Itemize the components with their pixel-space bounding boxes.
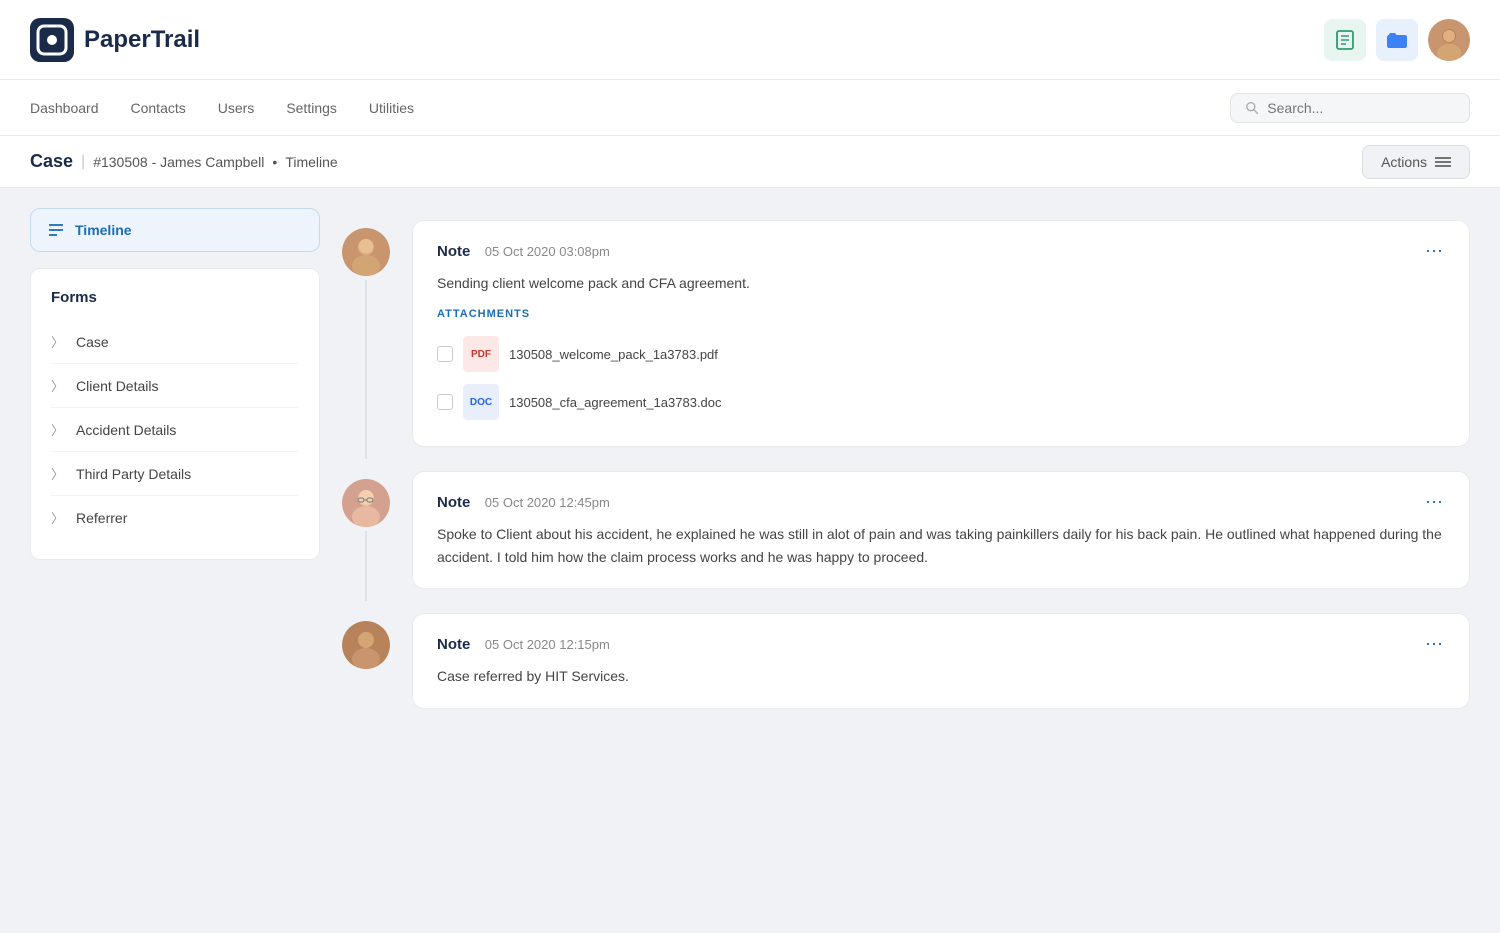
chevron-icon-referrer: 〉 bbox=[51, 508, 64, 527]
breadcrumb-dot: • bbox=[272, 154, 277, 170]
timeline-item-2: Note 05 Oct 2020 12:45pm ⋯ Spoke to Clie… bbox=[336, 459, 1470, 601]
sidebar-item-accident-label: Accident Details bbox=[76, 422, 176, 438]
attachments-section-1: ATTACHMENTS PDF 130508_welcome_pack_1a37… bbox=[437, 308, 1445, 426]
chevron-icon-case: 〉 bbox=[51, 332, 64, 351]
note-card-3: Note 05 Oct 2020 12:15pm ⋯ Case referred… bbox=[412, 613, 1470, 708]
chevron-icon-accident: 〉 bbox=[51, 420, 64, 439]
breadcrumb-bar: Case | #130508 - James Campbell • Timeli… bbox=[0, 136, 1500, 188]
header-right bbox=[1324, 19, 1470, 61]
sidebar-item-referrer-label: Referrer bbox=[76, 510, 127, 526]
actions-button[interactable]: Actions bbox=[1362, 145, 1470, 179]
sidebar-item-third-party-label: Third Party Details bbox=[76, 466, 191, 482]
search-box[interactable] bbox=[1230, 93, 1470, 123]
avatar-img-2 bbox=[342, 479, 390, 527]
folder-icon-btn[interactable] bbox=[1376, 19, 1418, 61]
top-header: PaperTrail bbox=[0, 0, 1500, 80]
timeline-wrapper: Note 05 Oct 2020 03:08pm ⋯ Sending clien… bbox=[336, 208, 1470, 913]
pdf-icon-1: PDF bbox=[463, 336, 499, 372]
search-icon bbox=[1245, 100, 1259, 116]
timeline-line-2 bbox=[365, 531, 367, 601]
avatar-img-3 bbox=[342, 621, 390, 669]
sidebar-item-case[interactable]: 〉 Case bbox=[51, 320, 299, 364]
attachment-1-pdf: PDF 130508_welcome_pack_1a3783.pdf bbox=[437, 330, 1445, 378]
user-avatar-img bbox=[1428, 19, 1470, 61]
breadcrumb-case-id: #130508 - James Campbell bbox=[93, 154, 264, 170]
sidebar-item-referrer[interactable]: 〉 Referrer bbox=[51, 496, 299, 539]
note-body-3: Case referred by HIT Services. bbox=[437, 665, 1445, 687]
note-title-1: Note bbox=[437, 243, 470, 260]
search-input[interactable] bbox=[1267, 100, 1455, 116]
doc-icon-1: DOC bbox=[463, 384, 499, 420]
logo-icon bbox=[30, 18, 74, 62]
note-menu-1[interactable]: ⋯ bbox=[1425, 241, 1445, 262]
nav-utilities[interactable]: Utilities bbox=[369, 96, 414, 120]
main-content: Timeline Forms 〉 Case 〉 Client Details 〉… bbox=[0, 188, 1500, 933]
notes-icon bbox=[1334, 29, 1356, 51]
timeline-item-3: Note 05 Oct 2020 12:15pm ⋯ Case referred… bbox=[336, 601, 1470, 720]
chevron-icon-client: 〉 bbox=[51, 376, 64, 395]
timeline-label: Timeline bbox=[75, 222, 132, 238]
sidebar-item-case-label: Case bbox=[76, 334, 109, 350]
note-date-2: 05 Oct 2020 12:45pm bbox=[485, 495, 610, 510]
sidebar-item-client-details[interactable]: 〉 Client Details bbox=[51, 364, 299, 408]
attachment-checkbox-1[interactable] bbox=[437, 346, 453, 362]
folder-icon bbox=[1386, 29, 1408, 51]
chevron-icon-third-party: 〉 bbox=[51, 464, 64, 483]
actions-label: Actions bbox=[1381, 154, 1427, 170]
nav-links: Dashboard Contacts Users Settings Utilit… bbox=[30, 96, 414, 120]
note-card-1: Note 05 Oct 2020 03:08pm ⋯ Sending clien… bbox=[412, 220, 1470, 447]
note-body-2: Spoke to Client about his accident, he e… bbox=[437, 523, 1445, 568]
nav-settings[interactable]: Settings bbox=[286, 96, 337, 120]
sidebar-timeline-item[interactable]: Timeline bbox=[30, 208, 320, 252]
note-title-3: Note bbox=[437, 636, 470, 653]
sidebar-item-client-label: Client Details bbox=[76, 378, 158, 394]
note-title-group-2: Note 05 Oct 2020 12:45pm bbox=[437, 494, 610, 512]
nav-bar: Dashboard Contacts Users Settings Utilit… bbox=[0, 80, 1500, 136]
attachments-label-1: ATTACHMENTS bbox=[437, 308, 1445, 320]
note-menu-2[interactable]: ⋯ bbox=[1425, 492, 1445, 513]
nav-users[interactable]: Users bbox=[218, 96, 255, 120]
nav-contacts[interactable]: Contacts bbox=[131, 96, 186, 120]
note-title-group-3: Note 05 Oct 2020 12:15pm bbox=[437, 636, 610, 654]
timeline-icon bbox=[47, 221, 65, 239]
timeline-left-2 bbox=[336, 459, 396, 601]
logo-area: PaperTrail bbox=[30, 18, 200, 62]
sidebar-item-accident-details[interactable]: 〉 Accident Details bbox=[51, 408, 299, 452]
avatar-3 bbox=[342, 621, 390, 669]
app-name: PaperTrail bbox=[84, 26, 200, 54]
avatar-1 bbox=[342, 228, 390, 276]
timeline-line-1 bbox=[365, 280, 367, 459]
note-card-2: Note 05 Oct 2020 12:45pm ⋯ Spoke to Clie… bbox=[412, 471, 1470, 589]
note-header-1: Note 05 Oct 2020 03:08pm ⋯ bbox=[437, 241, 1445, 262]
attachment-filename-2[interactable]: 130508_cfa_agreement_1a3783.doc bbox=[509, 395, 722, 410]
avatar-img-1 bbox=[342, 228, 390, 276]
forms-title: Forms bbox=[51, 289, 299, 306]
sidebar: Timeline Forms 〉 Case 〉 Client Details 〉… bbox=[30, 208, 320, 913]
timeline-left-1 bbox=[336, 208, 396, 459]
user-avatar[interactable] bbox=[1428, 19, 1470, 61]
breadcrumb: Case | #130508 - James Campbell • Timeli… bbox=[30, 151, 338, 172]
avatar-2 bbox=[342, 479, 390, 527]
note-menu-3[interactable]: ⋯ bbox=[1425, 634, 1445, 655]
nav-dashboard[interactable]: Dashboard bbox=[30, 96, 99, 120]
timeline-left-3 bbox=[336, 601, 396, 720]
note-title-2: Note bbox=[437, 494, 470, 511]
note-header-2: Note 05 Oct 2020 12:45pm ⋯ bbox=[437, 492, 1445, 513]
attachment-checkbox-2[interactable] bbox=[437, 394, 453, 410]
note-date-1: 05 Oct 2020 03:08pm bbox=[485, 244, 610, 259]
case-label: Case bbox=[30, 151, 73, 172]
timeline-item-1: Note 05 Oct 2020 03:08pm ⋯ Sending clien… bbox=[336, 208, 1470, 459]
breadcrumb-separator: | bbox=[81, 153, 85, 171]
breadcrumb-section: Timeline bbox=[285, 154, 337, 170]
note-date-3: 05 Oct 2020 12:15pm bbox=[485, 637, 610, 652]
notes-icon-btn[interactable] bbox=[1324, 19, 1366, 61]
note-title-group-1: Note 05 Oct 2020 03:08pm bbox=[437, 243, 610, 261]
attachment-filename-1[interactable]: 130508_welcome_pack_1a3783.pdf bbox=[509, 347, 718, 362]
sidebar-forms-section: Forms 〉 Case 〉 Client Details 〉 Accident… bbox=[30, 268, 320, 560]
sidebar-item-third-party[interactable]: 〉 Third Party Details bbox=[51, 452, 299, 496]
note-header-3: Note 05 Oct 2020 12:15pm ⋯ bbox=[437, 634, 1445, 655]
attachment-1-doc: DOC 130508_cfa_agreement_1a3783.doc bbox=[437, 378, 1445, 426]
note-body-1: Sending client welcome pack and CFA agre… bbox=[437, 272, 1445, 294]
actions-menu-icon bbox=[1435, 156, 1451, 168]
